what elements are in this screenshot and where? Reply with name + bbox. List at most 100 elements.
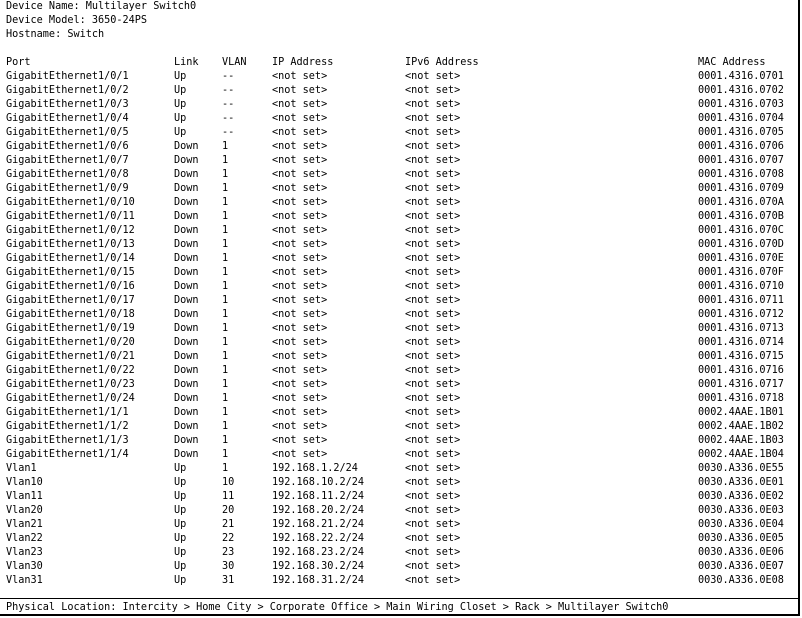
vlan-cell: 1 bbox=[222, 183, 229, 194]
port-cell: GigabitEthernet1/0/13 bbox=[6, 239, 135, 250]
link-cell: Up bbox=[174, 99, 187, 110]
mac-address-cell: 0030.A336.0E55 bbox=[698, 463, 784, 474]
port-cell: GigabitEthernet1/0/9 bbox=[6, 183, 129, 194]
ip-address-cell: <not set> bbox=[272, 155, 328, 166]
ipv6-address-cell: <not set> bbox=[405, 547, 461, 558]
ipv6-address-cell: <not set> bbox=[405, 379, 461, 390]
ip-address-cell: 192.168.22.2/24 bbox=[272, 533, 365, 544]
ip-address-cell: 192.168.1.2/24 bbox=[272, 463, 358, 474]
mac-address-cell: 0001.4316.0716 bbox=[698, 365, 784, 376]
vlan-cell: 1 bbox=[222, 141, 229, 152]
port-cell: Vlan11 bbox=[6, 491, 43, 502]
table-row: GigabitEthernet1/0/1 Up -- <not set> <not se… bbox=[0, 70, 798, 84]
vlan-cell: 1 bbox=[222, 281, 229, 292]
link-cell: Down bbox=[174, 309, 199, 320]
ipv6-address-cell: <not set> bbox=[405, 169, 461, 180]
ipv6-address-cell: <not set> bbox=[405, 407, 461, 418]
port-cell: GigabitEthernet1/1/2 bbox=[6, 421, 129, 432]
port-cell: Vlan23 bbox=[6, 547, 43, 558]
link-cell: Down bbox=[174, 169, 199, 180]
table-row: GigabitEthernet1/0/3 Up -- <not set> <not se… bbox=[0, 98, 798, 112]
mac-address-cell: 0002.4AAE.1B04 bbox=[698, 449, 784, 460]
ipv6-address-cell: <not set> bbox=[405, 491, 461, 502]
vlan-cell: 1 bbox=[222, 337, 229, 348]
vlan-cell: 31 bbox=[222, 575, 235, 586]
link-cell: Up bbox=[174, 71, 187, 82]
port-cell: GigabitEthernet1/0/20 bbox=[6, 337, 135, 348]
header-port: Port bbox=[6, 57, 31, 68]
mac-address-cell: 0001.4316.070C bbox=[698, 225, 784, 236]
ipv6-address-cell: <not set> bbox=[405, 337, 461, 348]
vlan-cell: 11 bbox=[222, 491, 235, 502]
ipv6-address-cell: <not set> bbox=[405, 575, 461, 586]
ip-address-cell: <not set> bbox=[272, 379, 328, 390]
link-cell: Up bbox=[174, 505, 187, 516]
port-cell: Vlan1 bbox=[6, 463, 37, 474]
mac-address-cell: 0030.A336.0E03 bbox=[698, 505, 784, 516]
device-model-line: Device Model: 3650-24PS bbox=[6, 15, 148, 26]
link-cell: Down bbox=[174, 253, 199, 264]
vlan-cell: 1 bbox=[222, 351, 229, 362]
physical-location-line: Physical Location: Intercity > Home City… bbox=[6, 602, 669, 613]
link-cell: Down bbox=[174, 351, 199, 362]
table-row: GigabitEthernet1/0/21 Down 1 <not set> <not … bbox=[0, 350, 798, 364]
ip-address-cell: <not set> bbox=[272, 435, 328, 446]
table-row: Vlan21 Up 21 192.168.21.2/24 <not set> 0030.A… bbox=[0, 518, 798, 532]
link-cell: Down bbox=[174, 365, 199, 376]
ipv6-address-cell: <not set> bbox=[405, 309, 461, 320]
ipv6-address-cell: <not set> bbox=[405, 85, 461, 96]
table-row: Vlan23 Up 23 192.168.23.2/24 <not set> 0030.A… bbox=[0, 546, 798, 560]
ip-address-cell: <not set> bbox=[272, 211, 328, 222]
ipv6-address-cell: <not set> bbox=[405, 365, 461, 376]
port-cell: GigabitEthernet1/0/6 bbox=[6, 141, 129, 152]
link-cell: Down bbox=[174, 337, 199, 348]
link-cell: Up bbox=[174, 477, 187, 488]
port-cell: GigabitEthernet1/0/15 bbox=[6, 267, 135, 278]
table-row: Vlan22 Up 22 192.168.22.2/24 <not set> 0030.A… bbox=[0, 532, 798, 546]
ipv6-address-cell: <not set> bbox=[405, 519, 461, 530]
table-row: Vlan31 Up 31 192.168.31.2/24 <not set> 0030.A… bbox=[0, 574, 798, 588]
table-row: GigabitEthernet1/0/5 Up -- <not set> <not se… bbox=[0, 126, 798, 140]
vlan-cell: 22 bbox=[222, 533, 235, 544]
ipv6-address-cell: <not set> bbox=[405, 295, 461, 306]
ipv6-address-cell: <not set> bbox=[405, 127, 461, 138]
ip-address-cell: <not set> bbox=[272, 197, 328, 208]
ipv6-address-cell: <not set> bbox=[405, 421, 461, 432]
mac-address-cell: 0030.A336.0E06 bbox=[698, 547, 784, 558]
ip-address-cell: 192.168.21.2/24 bbox=[272, 519, 365, 530]
port-cell: GigabitEthernet1/0/5 bbox=[6, 127, 129, 138]
port-cell: GigabitEthernet1/0/4 bbox=[6, 113, 129, 124]
mac-address-cell: 0001.4316.0702 bbox=[698, 85, 784, 96]
ip-address-cell: <not set> bbox=[272, 239, 328, 250]
table-row: GigabitEthernet1/0/14 Down 1 <not set> <not … bbox=[0, 252, 798, 266]
table-row: GigabitEthernet1/0/2 Up -- <not set> <not se… bbox=[0, 84, 798, 98]
ip-address-cell: <not set> bbox=[272, 141, 328, 152]
vlan-cell: 20 bbox=[222, 505, 235, 516]
ip-address-cell: <not set> bbox=[272, 225, 328, 236]
mac-address-cell: 0030.A336.0E02 bbox=[698, 491, 784, 502]
mac-address-cell: 0001.4316.0704 bbox=[698, 113, 784, 124]
port-cell: GigabitEthernet1/0/1 bbox=[6, 71, 129, 82]
ip-address-cell: <not set> bbox=[272, 365, 328, 376]
vlan-cell: 21 bbox=[222, 519, 235, 530]
ipv6-address-cell: <not set> bbox=[405, 155, 461, 166]
table-row: GigabitEthernet1/0/9 Down 1 <not set> <not s… bbox=[0, 182, 798, 196]
vlan-cell: 1 bbox=[222, 379, 229, 390]
table-row: Vlan30 Up 30 192.168.30.2/24 <not set> 0030.A… bbox=[0, 560, 798, 574]
vlan-cell: 1 bbox=[222, 267, 229, 278]
vlan-cell: -- bbox=[222, 113, 235, 124]
port-cell: Vlan22 bbox=[6, 533, 43, 544]
mac-address-cell: 0001.4316.070B bbox=[698, 211, 784, 222]
table-row: Vlan1 Up 1 192.168.1.2/24 <not set> 0030.A336… bbox=[0, 462, 798, 476]
ipv6-address-cell: <not set> bbox=[405, 253, 461, 264]
table-row: GigabitEthernet1/0/15 Down 1 <not set> <not … bbox=[0, 266, 798, 280]
mac-address-cell: 0001.4316.0711 bbox=[698, 295, 784, 306]
mac-address-cell: 0001.4316.0707 bbox=[698, 155, 784, 166]
table-row: GigabitEthernet1/1/1 Down 1 <not set> <not s… bbox=[0, 406, 798, 420]
mac-address-cell: 0002.4AAE.1B03 bbox=[698, 435, 784, 446]
port-cell: GigabitEthernet1/0/7 bbox=[6, 155, 129, 166]
mac-address-cell: 0030.A336.0E07 bbox=[698, 561, 784, 572]
link-cell: Down bbox=[174, 449, 199, 460]
ip-address-cell: <not set> bbox=[272, 393, 328, 404]
ip-address-cell: <not set> bbox=[272, 281, 328, 292]
